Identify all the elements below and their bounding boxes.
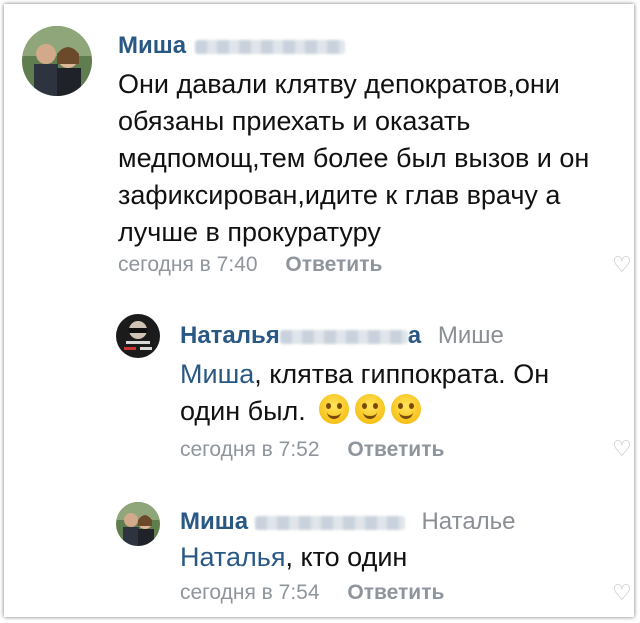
author-name[interactable]: Миша <box>180 508 248 535</box>
mention-link[interactable]: Миша <box>180 359 254 389</box>
avatar-misha[interactable] <box>116 502 160 546</box>
reply-to-name: Мише <box>437 322 504 349</box>
heart-icon[interactable]: ♡ <box>612 252 632 278</box>
comment-1-meta: сегодня в 7:40 Ответить <box>118 253 382 277</box>
timestamp: сегодня в 7:52 <box>180 438 320 461</box>
avatar-misha[interactable] <box>22 26 92 96</box>
comment-1-header: Миша <box>118 32 345 60</box>
mention-link[interactable]: Наталья <box>180 542 285 572</box>
author-name[interactable]: Миша <box>118 32 186 59</box>
heart-icon[interactable]: ♡ <box>612 580 632 606</box>
comment-1-text: Они давали клятву депократов,они обязаны… <box>118 69 590 247</box>
redacted-surname <box>279 329 408 344</box>
reply-to-name: Наталье <box>421 508 516 535</box>
redacted-surname <box>254 515 405 530</box>
smiling-face-emoji <box>391 394 422 424</box>
timestamp: сегодня в 7:54 <box>180 581 320 604</box>
comment-3-header: Миша Наталье <box>180 508 516 536</box>
smiling-face-emoji <box>319 394 350 424</box>
author-name[interactable]: Наталья <box>180 322 280 349</box>
avatar-natalya[interactable] <box>116 314 160 358</box>
reply-button[interactable]: Ответить <box>347 438 444 461</box>
heart-icon[interactable]: ♡ <box>612 436 632 462</box>
comment-2-text: Миша, клятва гиппократа. Он один был. <box>180 356 600 430</box>
comment-3-meta: сегодня в 7:54 Ответить <box>180 581 444 605</box>
comment-2-header: Наталья а Мише <box>180 322 504 350</box>
comment-3-text: Наталья, кто один <box>180 539 600 576</box>
reply-button[interactable]: Ответить <box>347 581 444 604</box>
redacted-surname <box>194 39 345 54</box>
timestamp: сегодня в 7:40 <box>118 253 258 276</box>
comments-thread: Миша Они давали клятву депократов,они об… <box>4 4 634 617</box>
reply-button[interactable]: Ответить <box>285 253 382 276</box>
smiling-face-emoji <box>355 394 386 424</box>
author-name-tail[interactable]: а <box>408 322 421 349</box>
comment-3-body: , кто один <box>285 542 408 572</box>
comment-2-meta: сегодня в 7:52 Ответить <box>180 438 444 462</box>
